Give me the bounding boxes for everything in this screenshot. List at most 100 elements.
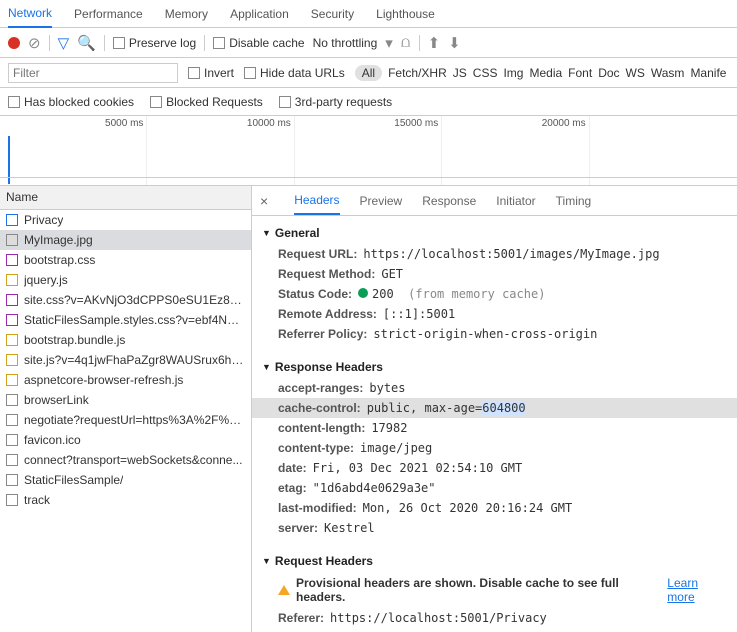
request-row[interactable]: favicon.ico	[0, 430, 251, 450]
section-general-title[interactable]: ▼ General	[252, 222, 737, 244]
separator	[104, 35, 105, 51]
request-row[interactable]: jquery.js	[0, 270, 251, 290]
other-icon	[6, 434, 18, 446]
detail-tab-timing[interactable]: Timing	[556, 188, 592, 214]
header-key: last-modified:	[278, 501, 357, 515]
filter-type-manifest[interactable]: Manife	[690, 66, 726, 80]
request-row[interactable]: MyImage.jpg	[0, 230, 251, 250]
header-key: date:	[278, 461, 307, 475]
header-key: accept-ranges:	[278, 381, 363, 395]
other-icon	[6, 454, 18, 466]
request-row[interactable]: Privacy	[0, 210, 251, 230]
filter-toggle-icon[interactable]: ▽	[58, 34, 70, 52]
hide-data-urls-label: Hide data URLs	[260, 66, 345, 80]
header-key: content-length:	[278, 421, 365, 435]
detail-tab-bar: × Headers Preview Response Initiator Tim…	[252, 186, 737, 216]
filter-input[interactable]	[8, 63, 178, 83]
tab-lighthouse[interactable]: Lighthouse	[376, 1, 435, 27]
doc-icon	[6, 214, 18, 226]
filter-type-fetch[interactable]: Fetch/XHR	[388, 66, 447, 80]
disable-cache-label: Disable cache	[229, 36, 304, 50]
blocked-requests-checkbox[interactable]: Blocked Requests	[150, 95, 263, 109]
css-icon	[6, 314, 18, 326]
request-name: favicon.ico	[24, 433, 81, 447]
third-party-checkbox[interactable]: 3rd-party requests	[279, 95, 392, 109]
status-dot-icon	[358, 288, 368, 298]
record-button[interactable]	[8, 37, 20, 49]
filter-type-ws[interactable]: WS	[626, 66, 645, 80]
request-row[interactable]: StaticFilesSample.styles.css?v=ebf4NvV..…	[0, 310, 251, 330]
request-name: StaticFilesSample/	[24, 473, 123, 487]
throttling-select[interactable]: No throttling	[313, 36, 378, 50]
header-value: public, max-age=604800	[367, 401, 526, 415]
filter-type-wasm[interactable]: Wasm	[651, 66, 685, 80]
request-row[interactable]: site.css?v=AKvNjO3dCPPS0eSU1Ez8T2...	[0, 290, 251, 310]
request-name: connect?transport=webSockets&conne...	[24, 453, 242, 467]
learn-more-link[interactable]: Learn more	[667, 576, 727, 604]
filter-type-all[interactable]: All	[355, 65, 382, 81]
time-label: 15000 ms	[394, 118, 438, 129]
tab-application[interactable]: Application	[230, 1, 289, 27]
upload-har-icon[interactable]: ⬆	[428, 34, 441, 52]
blocked-cookies-checkbox[interactable]: Has blocked cookies	[8, 95, 134, 109]
clear-button[interactable]: ⊘	[28, 34, 41, 52]
status-code-value: 200 (from memory cache)	[358, 287, 545, 301]
list-header-name[interactable]: Name	[0, 186, 251, 210]
request-list: Name Privacy MyImage.jpgbootstrap.cssjque…	[0, 186, 252, 632]
header-key: content-type:	[278, 441, 354, 455]
chevron-down-icon[interactable]: ▾	[385, 34, 393, 52]
request-row[interactable]: bootstrap.bundle.js	[0, 330, 251, 350]
detail-tab-initiator[interactable]: Initiator	[496, 188, 535, 214]
request-row[interactable]: connect?transport=webSockets&conne...	[0, 450, 251, 470]
tab-memory[interactable]: Memory	[165, 1, 208, 27]
request-row[interactable]: StaticFilesSample/	[0, 470, 251, 490]
tab-performance[interactable]: Performance	[74, 1, 143, 27]
warning-icon	[278, 585, 290, 595]
section-request-headers-title[interactable]: ▼ Request Headers	[252, 550, 737, 572]
filter-type-doc[interactable]: Doc	[598, 66, 619, 80]
header-value: image/jpeg	[360, 441, 432, 455]
network-conditions-icon[interactable]: ⩍	[401, 34, 411, 51]
section-general-label: General	[275, 226, 320, 240]
response-header-row: last-modified:Mon, 26 Oct 2020 20:16:24 …	[252, 498, 737, 518]
filter-type-js[interactable]: JS	[453, 66, 467, 80]
request-row[interactable]: aspnetcore-browser-refresh.js	[0, 370, 251, 390]
request-name: Privacy	[24, 213, 63, 227]
filter-type-css[interactable]: CSS	[473, 66, 498, 80]
request-row[interactable]: track	[0, 490, 251, 510]
disable-cache-checkbox[interactable]: Disable cache	[213, 36, 304, 50]
filter-type-font[interactable]: Font	[568, 66, 592, 80]
request-method-key: Request Method:	[278, 267, 375, 281]
other-icon	[6, 474, 18, 486]
section-response-headers-title[interactable]: ▼ Response Headers	[252, 356, 737, 378]
blocked-requests-label: Blocked Requests	[166, 95, 263, 109]
response-header-row: content-type: image/jpeg	[252, 438, 737, 458]
request-url-value: https://localhost:5001/images/MyImage.jp…	[363, 247, 659, 261]
separator	[204, 35, 205, 51]
filter-type-media[interactable]: Media	[529, 66, 562, 80]
hide-data-urls-checkbox[interactable]: Hide data URLs	[244, 66, 345, 80]
request-row[interactable]: bootstrap.css	[0, 250, 251, 270]
detail-tab-response[interactable]: Response	[422, 188, 476, 214]
header-key: etag:	[278, 481, 307, 495]
detail-tab-headers[interactable]: Headers	[294, 187, 339, 215]
request-name: site.js?v=4q1jwFhaPaZgr8WAUSrux6hA...	[24, 353, 245, 367]
request-row[interactable]: browserLink	[0, 390, 251, 410]
request-row[interactable]: site.js?v=4q1jwFhaPaZgr8WAUSrux6hA...	[0, 350, 251, 370]
preserve-log-checkbox[interactable]: Preserve log	[113, 36, 196, 50]
header-value: Kestrel	[324, 521, 375, 535]
timeline-overview[interactable]: 5000 ms 10000 ms 15000 ms 20000 ms	[0, 116, 737, 186]
tab-security[interactable]: Security	[311, 1, 354, 27]
separator	[49, 35, 50, 51]
section-request-headers-label: Request Headers	[275, 554, 373, 568]
filter-type-img[interactable]: Img	[503, 66, 523, 80]
close-details-button[interactable]: ×	[260, 193, 268, 209]
request-row[interactable]: negotiate?requestUrl=https%3A%2F%2...	[0, 410, 251, 430]
invert-checkbox[interactable]: Invert	[188, 66, 234, 80]
detail-tab-preview[interactable]: Preview	[360, 188, 403, 214]
tab-network[interactable]: Network	[8, 0, 52, 28]
search-icon[interactable]: 🔍	[77, 34, 96, 52]
response-header-row: cache-control:public, max-age=604800	[252, 398, 737, 418]
response-header-row: etag:"1d6abd4e0629a3e"	[252, 478, 737, 498]
download-har-icon[interactable]: ⬇	[448, 34, 461, 52]
